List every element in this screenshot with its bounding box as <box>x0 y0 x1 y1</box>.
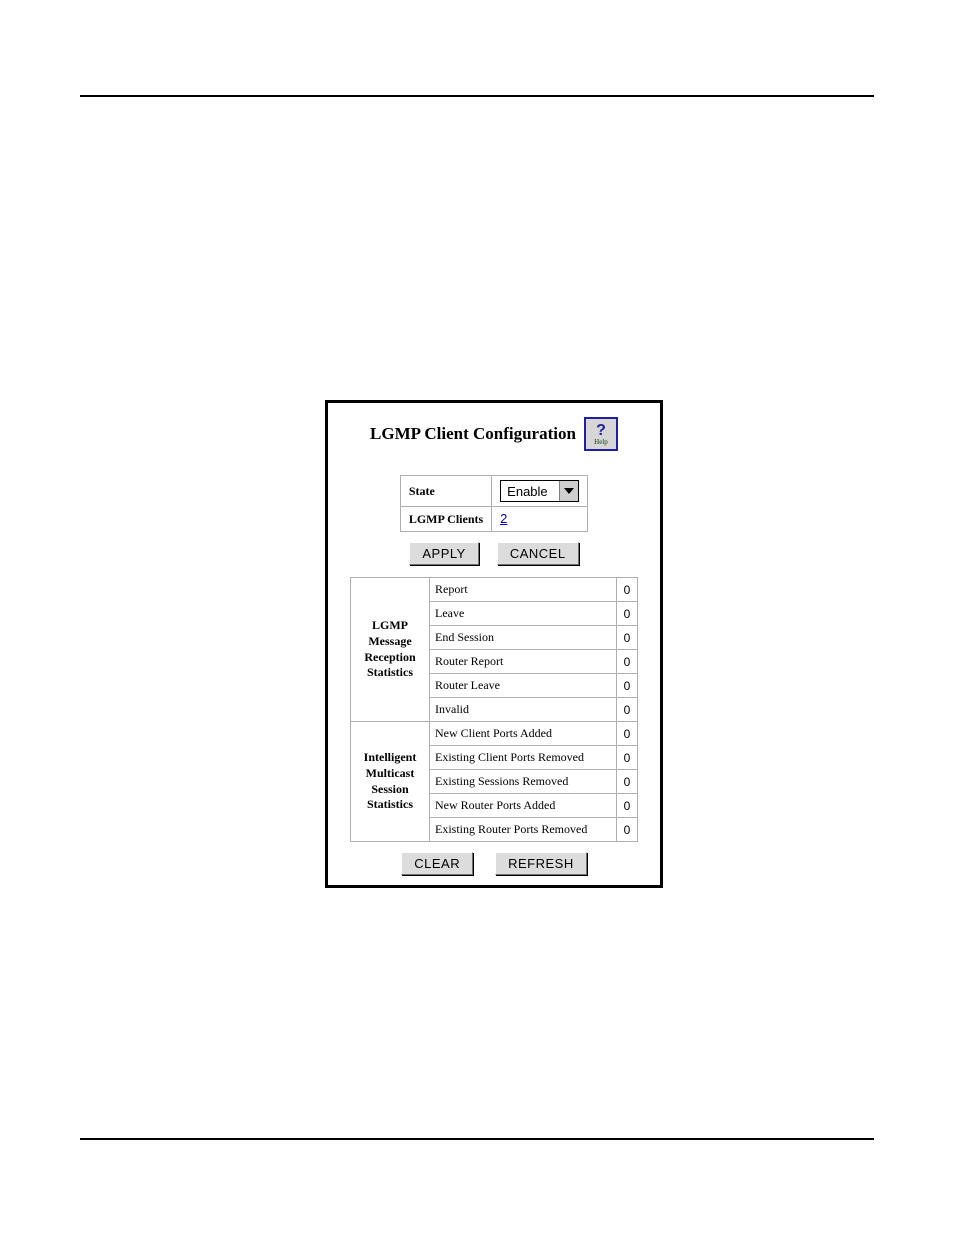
apply-button[interactable]: APPLY <box>409 542 478 565</box>
help-button[interactable]: ? Help <box>584 417 618 451</box>
stat-value: 0 <box>617 770 638 794</box>
top-rule <box>80 95 874 97</box>
help-icon: ? <box>596 423 606 439</box>
stat-label: New Client Ports Added <box>430 722 617 746</box>
stat-value: 0 <box>617 626 638 650</box>
clients-cell: 2 <box>492 507 588 532</box>
refresh-button[interactable]: REFRESH <box>495 852 587 875</box>
stat-label: Existing Sessions Removed <box>430 770 617 794</box>
config-button-row: APPLY CANCEL <box>328 538 660 573</box>
clients-label: LGMP Clients <box>400 507 491 532</box>
panel-header: LGMP Client Configuration ? Help <box>328 403 660 457</box>
session-group-label: Intelligent Multicast Session Statistics <box>351 722 430 842</box>
stat-value: 0 <box>617 674 638 698</box>
stat-value: 0 <box>617 578 638 602</box>
state-label: State <box>400 476 491 507</box>
clear-button[interactable]: CLEAR <box>401 852 473 875</box>
stat-value: 0 <box>617 794 638 818</box>
cancel-button[interactable]: CANCEL <box>497 542 579 565</box>
stat-label: Existing Router Ports Removed <box>430 818 617 842</box>
reception-group-label: LGMP Message Reception Statistics <box>351 578 430 722</box>
stat-value: 0 <box>617 650 638 674</box>
panel-title: LGMP Client Configuration <box>370 424 576 444</box>
stat-label: Leave <box>430 602 617 626</box>
help-label: Help <box>594 439 608 446</box>
stat-value: 0 <box>617 722 638 746</box>
state-value: Enable <box>501 481 559 501</box>
stat-label: Invalid <box>430 698 617 722</box>
stat-value: 0 <box>617 602 638 626</box>
stat-value: 0 <box>617 818 638 842</box>
clients-link[interactable]: 2 <box>500 511 507 526</box>
config-panel: LGMP Client Configuration ? Help State E… <box>325 400 663 888</box>
stat-label: Existing Client Ports Removed <box>430 746 617 770</box>
stat-label: New Router Ports Added <box>430 794 617 818</box>
stat-label: Report <box>430 578 617 602</box>
stats-table: LGMP Message Reception Statistics Report… <box>350 577 638 842</box>
stat-value: 0 <box>617 746 638 770</box>
stat-label: Router Report <box>430 650 617 674</box>
stat-label: Router Leave <box>430 674 617 698</box>
chevron-down-icon <box>559 481 578 501</box>
stat-label: End Session <box>430 626 617 650</box>
stats-button-row: CLEAR REFRESH <box>328 850 660 885</box>
config-table: State Enable LGMP Clients 2 <box>400 475 588 532</box>
stat-value: 0 <box>617 698 638 722</box>
state-cell: Enable <box>492 476 588 507</box>
bottom-rule <box>80 1138 874 1140</box>
state-select[interactable]: Enable <box>500 480 579 502</box>
